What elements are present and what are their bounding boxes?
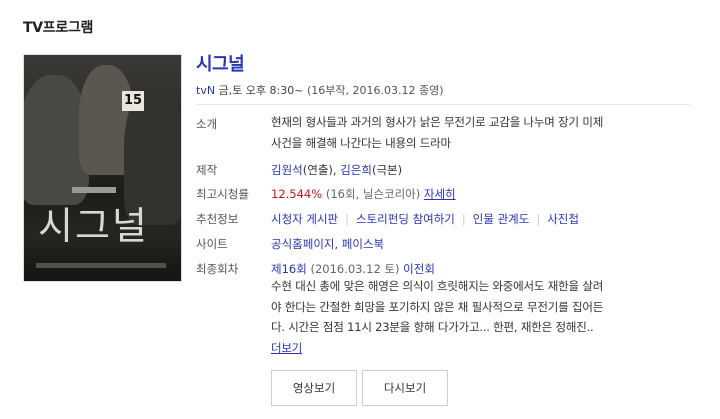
official-site-link[interactable]: 공식홈페이지, 페이스북 — [271, 237, 384, 251]
ratings-label: 최고시청률 — [196, 187, 249, 201]
synopsis-line: 사건을 해결해 나간다는 내용의 드라마 — [271, 135, 451, 150]
photo-album-link[interactable]: 사진첩 — [547, 212, 579, 226]
last-episode-header: 제16회 (2016.03.12 토) 이전회 — [271, 261, 435, 277]
divider — [196, 104, 690, 105]
more-link[interactable]: 더보기 — [271, 341, 302, 355]
viewer-board-link[interactable]: 시청자 게시판 — [271, 212, 338, 226]
production-value: 김원석(연출), 김은희(극본) — [271, 162, 402, 178]
production-label: 제작 — [196, 163, 218, 177]
previous-episode-link[interactable]: 이전회 — [403, 262, 435, 276]
writer-role: (극본) — [371, 163, 403, 177]
separator: | — [536, 212, 541, 226]
channel-link[interactable]: tvN — [196, 84, 215, 97]
recommend-links: 시청자 게시판 | 스토리펀딩 참여하기 | 인물 관계도 | 사진첩 — [271, 211, 579, 227]
writer-link[interactable]: 김은희 — [340, 163, 372, 177]
replay-button[interactable]: 다시보기 — [362, 370, 448, 406]
synopsis-text: 현재의 형사들과 과거의 형사가 낡은 무전기로 교감을 나누며 장기 미제 사… — [271, 112, 689, 153]
program-meta: (16부작, 2016.03.12 종영) — [306, 84, 444, 97]
separator: | — [345, 212, 350, 226]
poster-title: 시그널 — [38, 204, 149, 248]
summary-line: 야 한다는 간절한 희망을 포기하지 않은 채 필사적으로 무전기를 집어든 — [271, 299, 604, 314]
ratings-value: 12.544% — [271, 187, 323, 201]
program-title[interactable]: 시그널 — [196, 50, 245, 76]
last-episode-date: (2016.03.12 토) — [310, 262, 400, 276]
watch-video-button[interactable]: 영상보기 — [271, 370, 357, 406]
site-label: 사이트 — [196, 237, 228, 251]
synopsis-line: 현재의 형사들과 과거의 형사가 낡은 무전기로 교감을 나누며 장기 미제 — [271, 115, 604, 129]
director-role: (연출), — [302, 163, 337, 177]
ratings-value-group: 12.544% (16회, 닐슨코리아) 자세히 — [271, 186, 456, 202]
summary-line: 수현 대신 총에 맞은 해영은 의식이 흐릿해지는 와중에서도 재한을 살려 — [271, 279, 604, 293]
site-links: 공식홈페이지, 페이스북 — [271, 236, 384, 252]
summary-line: 다. 시간은 점점 11시 23분을 향해 다가가고... 한편, 재한은 정해… — [271, 320, 594, 334]
poster-logo — [72, 187, 116, 193]
synopsis-label: 소개 — [196, 117, 218, 131]
separator: | — [461, 212, 466, 226]
story-funding-link[interactable]: 스토리펀딩 참여하기 — [356, 212, 455, 226]
ratings-more-link[interactable]: 자세히 — [424, 187, 456, 201]
program-subline: tvN 금,토 오후 8:30~ (16부작, 2016.03.12 종영) — [196, 82, 443, 98]
schedule-text: 금,토 오후 8:30~ — [218, 84, 304, 97]
director-link[interactable]: 김원석 — [271, 163, 303, 177]
recommend-label: 추천정보 — [196, 212, 239, 226]
ratings-detail: (16회, 닐슨코리아) — [325, 187, 421, 201]
character-map-link[interactable]: 인물 관계도 — [473, 212, 530, 226]
last-episode-summary: 수현 대신 총에 맞은 해영은 의식이 흐릿해지는 와중에서도 재한을 살려 야… — [271, 276, 689, 358]
last-episode-label: 최종회차 — [196, 262, 239, 276]
program-poster[interactable]: 15 시그널 — [23, 54, 182, 282]
last-episode-link[interactable]: 제16회 — [271, 262, 307, 276]
poster-sign: 15 — [122, 91, 144, 111]
poster-credits — [36, 263, 166, 268]
section-title: TV프로그램 — [23, 20, 94, 36]
